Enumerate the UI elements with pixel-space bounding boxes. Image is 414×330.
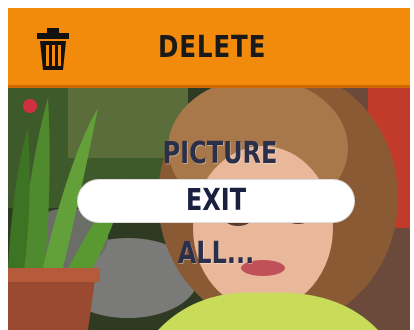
page-title: DELETE: [158, 30, 267, 65]
menu-item-exit-label: EXIT: [185, 183, 247, 218]
menu-item-all[interactable]: ALL...: [96, 236, 336, 271]
trash-icon: [36, 28, 70, 70]
menu-item-picture[interactable]: PICTURE: [100, 136, 340, 171]
menu-item-exit[interactable]: EXIT: [78, 180, 354, 222]
header-bar: DELETE: [8, 8, 410, 88]
camera-screen: DELETE PICTURE EXIT ALL...: [8, 8, 410, 330]
